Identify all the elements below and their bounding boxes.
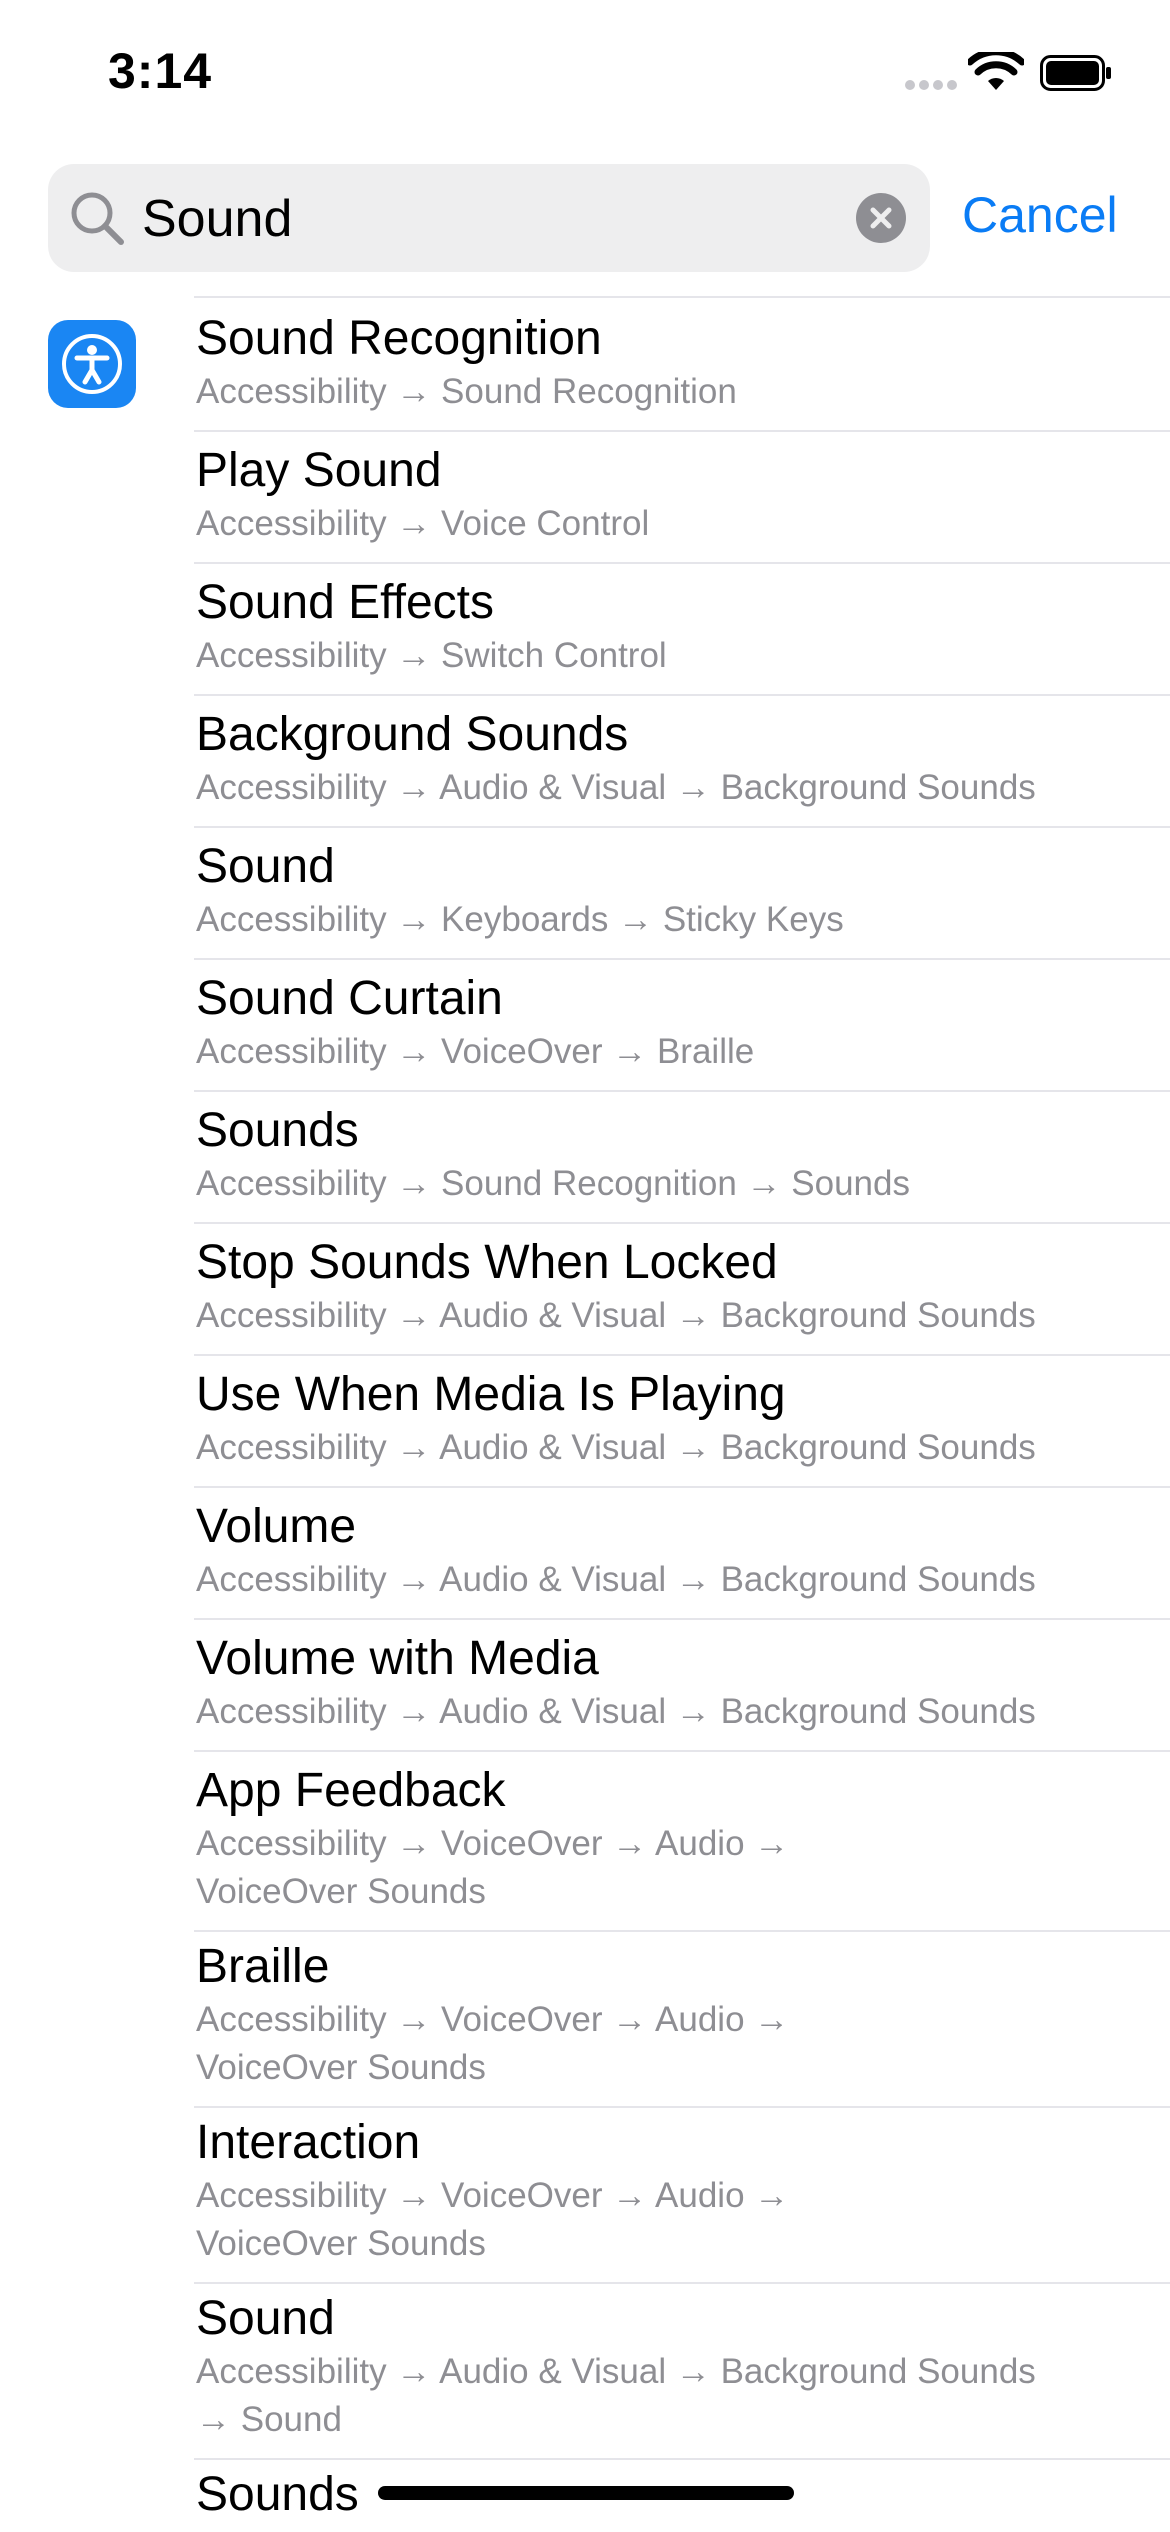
list-item[interactable]: Sound Curtain Accessibility → VoiceOver … bbox=[194, 970, 1170, 1092]
result-title: Use When Media Is Playing bbox=[196, 1368, 786, 1421]
battery-icon bbox=[1040, 55, 1111, 91]
result-path: Accessibility → VoiceOver → Audio → bbox=[196, 2000, 790, 2039]
status-bar: 3:14 bbox=[0, 0, 1170, 150]
result-path: Accessibility → Audio & Visual → Backgro… bbox=[196, 1296, 1036, 1335]
result-title: Sound bbox=[196, 840, 335, 893]
wifi-icon bbox=[968, 52, 1024, 90]
list-item[interactable]: Sound Accessibility → Audio & Visual → B… bbox=[194, 2290, 1170, 2460]
list-item[interactable]: Sounds Accessibility → Sound Recognition… bbox=[194, 1102, 1170, 1224]
result-path: Accessibility → Audio & Visual → Backgro… bbox=[196, 2352, 1036, 2391]
list-item[interactable]: Sound Accessibility → Keyboards → Sticky… bbox=[194, 838, 1170, 960]
divider bbox=[194, 2458, 1170, 2460]
result-path: Accessibility → Keyboards → Sticky Keys bbox=[196, 900, 844, 939]
status-time: 3:14 bbox=[108, 43, 213, 99]
result-title: Interaction bbox=[196, 2116, 421, 2169]
divider bbox=[194, 1486, 1170, 1488]
list-item[interactable]: Background Sounds Accessibility → Audio … bbox=[194, 706, 1170, 828]
result-title: Play Sound bbox=[196, 444, 442, 497]
result-path-continued: VoiceOver Sounds bbox=[196, 2048, 486, 2087]
result-path-continued: VoiceOver Sounds bbox=[196, 1872, 486, 1911]
result-path: Accessibility → Switch Control bbox=[196, 636, 667, 675]
result-path: Accessibility → Sound Recognition bbox=[196, 372, 737, 411]
result-path: Accessibility → VoiceOver → Audio → bbox=[196, 1824, 790, 1863]
result-path: Accessibility → Audio & Visual → Backgro… bbox=[196, 768, 1036, 807]
result-path: Accessibility → Voice Control bbox=[196, 504, 650, 543]
result-title: Braille bbox=[196, 1940, 330, 1993]
result-title: Stop Sounds When Locked bbox=[196, 1236, 778, 1289]
list-item[interactable]: Sound Effects Accessibility → Switch Con… bbox=[194, 574, 1170, 696]
result-path: Accessibility → Audio & Visual → Backgro… bbox=[196, 1692, 1036, 1731]
divider bbox=[194, 958, 1170, 960]
divider bbox=[194, 826, 1170, 828]
list-item[interactable]: Interaction Accessibility → VoiceOver → … bbox=[194, 2114, 1170, 2284]
search-icon bbox=[71, 192, 124, 245]
result-title: Sound Recognition bbox=[196, 312, 602, 365]
result-title: Volume bbox=[196, 1500, 357, 1553]
list-item[interactable]: Volume Accessibility → Audio & Visual → … bbox=[194, 1498, 1170, 1620]
signal-icon bbox=[905, 80, 957, 92]
list-item[interactable]: Braille Accessibility → VoiceOver → Audi… bbox=[194, 1938, 1170, 2108]
divider bbox=[194, 1090, 1170, 1092]
result-path: Accessibility → Sound Recognition → Soun… bbox=[196, 1164, 910, 1203]
divider bbox=[194, 296, 1170, 298]
result-path: Accessibility → VoiceOver → Braille bbox=[196, 1032, 755, 1071]
result-title: Sound bbox=[196, 2292, 335, 2345]
list-item[interactable]: App Feedback Accessibility → VoiceOver →… bbox=[194, 1762, 1170, 1932]
divider bbox=[194, 430, 1170, 432]
divider bbox=[194, 2106, 1170, 2108]
result-title: Sound Curtain bbox=[196, 972, 503, 1025]
divider bbox=[194, 1750, 1170, 1752]
divider bbox=[194, 1930, 1170, 1932]
result-path-continued: → Sound bbox=[196, 2400, 342, 2439]
search-bar: Sound Cancel bbox=[0, 164, 1170, 274]
list-item[interactable]: Play Sound Accessibility → Voice Control bbox=[194, 442, 1170, 564]
divider bbox=[194, 2282, 1170, 2284]
divider bbox=[194, 1222, 1170, 1224]
cancel-button[interactable]: Cancel bbox=[962, 186, 1118, 244]
list-item[interactable]: Sound Recognition Accessibility → Sound … bbox=[194, 310, 1170, 432]
result-title: Sounds bbox=[196, 1104, 359, 1157]
result-path-continued: VoiceOver Sounds bbox=[196, 2224, 486, 2263]
result-path: Accessibility → VoiceOver → Audio → bbox=[196, 2176, 790, 2215]
divider bbox=[194, 562, 1170, 564]
search-query[interactable]: Sound bbox=[142, 189, 292, 249]
search-input[interactable]: Sound bbox=[48, 164, 930, 272]
clear-icon[interactable] bbox=[856, 193, 906, 243]
divider bbox=[194, 1354, 1170, 1356]
result-path: Accessibility → Audio & Visual → Backgro… bbox=[196, 1428, 1036, 1467]
list-item[interactable]: Stop Sounds When Locked Accessibility → … bbox=[194, 1234, 1170, 1356]
result-title: Sound Effects bbox=[196, 576, 494, 629]
list-item[interactable]: Volume with Media Accessibility → Audio … bbox=[194, 1630, 1170, 1752]
result-title: Background Sounds bbox=[196, 708, 629, 761]
divider bbox=[194, 1618, 1170, 1620]
divider bbox=[194, 694, 1170, 696]
result-title: App Feedback bbox=[196, 1764, 506, 1817]
accessibility-icon bbox=[48, 320, 136, 408]
result-title: Volume with Media bbox=[196, 1632, 599, 1685]
list-item[interactable]: Use When Media Is Playing Accessibility … bbox=[194, 1366, 1170, 1488]
result-path: Accessibility → Audio & Visual → Backgro… bbox=[196, 1560, 1036, 1599]
home-indicator[interactable] bbox=[378, 2486, 794, 2500]
